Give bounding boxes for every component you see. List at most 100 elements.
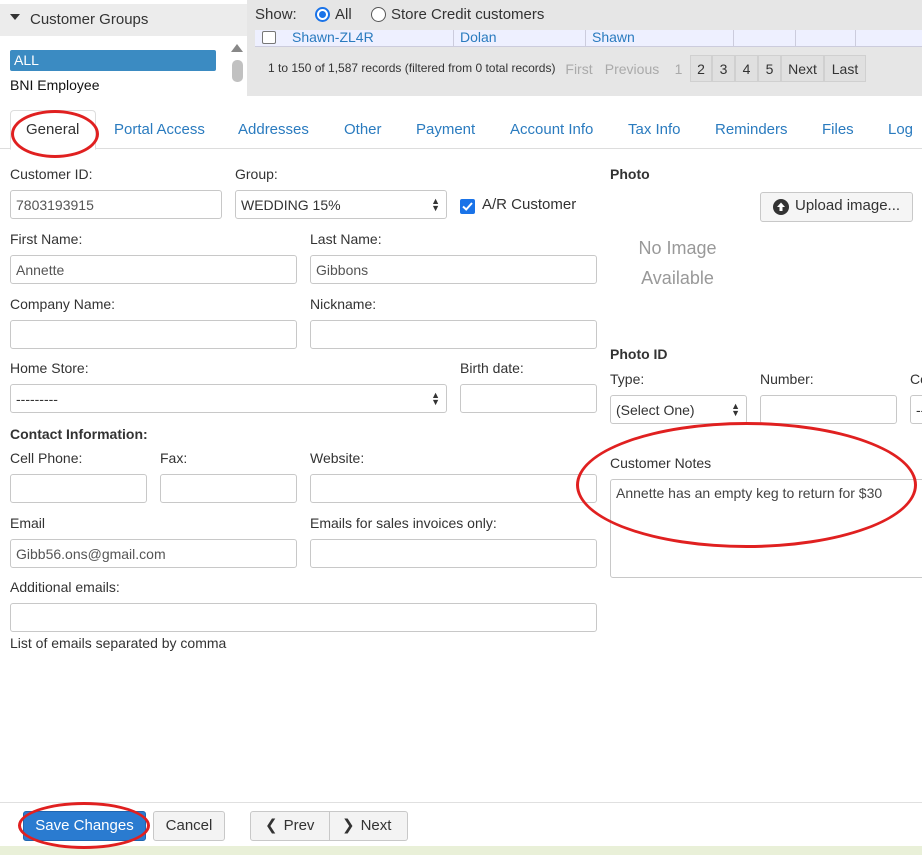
additional-emails-hint: List of emails separated by comma: [10, 635, 227, 651]
ar-customer-checkbox[interactable]: [460, 199, 475, 214]
customer-groups-title: Customer Groups: [30, 11, 149, 28]
ar-customer-label[interactable]: A/R Customer: [482, 196, 576, 213]
email-input[interactable]: Gibb56.ons@gmail.com: [10, 539, 297, 568]
upload-arrow-icon: [773, 199, 789, 215]
home-store-select[interactable]: --------- ▲ ▼: [10, 384, 447, 413]
column-divider: [585, 30, 586, 47]
pager-page-2[interactable]: 2: [690, 55, 712, 82]
cell-phone-input[interactable]: [10, 474, 147, 503]
email-label: Email: [10, 515, 46, 531]
photo-id-country-label: Co: [910, 371, 922, 387]
contact-info-heading: Contact Information:: [10, 426, 148, 442]
cell-phone-label: Cell Phone:: [10, 450, 83, 466]
records-info: 1 to 150 of 1,587 records (filtered from…: [268, 61, 556, 75]
website-label: Website:: [310, 450, 365, 466]
chevron-right-icon: ❯: [342, 817, 355, 834]
status-strip: [0, 846, 922, 855]
fax-label: Fax:: [160, 450, 188, 466]
prev-label: Prev: [283, 817, 315, 834]
pager-page-3[interactable]: 3: [712, 55, 735, 82]
tab-payment[interactable]: Payment: [416, 121, 475, 138]
no-image-available-text: Available: [641, 268, 714, 288]
select-arrows-icon: ▲ ▼: [431, 390, 440, 407]
show-store-credit-radio[interactable]: [371, 7, 386, 22]
select-arrows-icon: ▲ ▼: [431, 196, 440, 213]
tab-log[interactable]: Log: [888, 121, 913, 138]
pager-last[interactable]: Last: [824, 55, 866, 82]
additional-emails-label: Additional emails:: [10, 579, 120, 595]
cancel-button[interactable]: Cancel: [153, 811, 225, 841]
photo-id-heading: Photo ID: [610, 346, 668, 362]
pager-page-4[interactable]: 4: [735, 55, 758, 82]
tab-portal-access[interactable]: Portal Access: [114, 121, 205, 138]
home-store-value: ---------: [16, 391, 58, 407]
column-divider: [453, 30, 454, 47]
emails-sales-invoices-label: Emails for sales invoices only:: [310, 515, 497, 531]
table-cell-last-name[interactable]: Dolan: [460, 29, 497, 45]
last-name-input[interactable]: Gibbons: [310, 255, 597, 284]
photo-id-country-select[interactable]: --: [910, 395, 922, 424]
group-label: Group:: [235, 166, 278, 182]
photo-id-type-select[interactable]: (Select One) ▲ ▼: [610, 395, 747, 424]
nickname-input[interactable]: [310, 320, 597, 349]
pager-page-5[interactable]: 5: [758, 55, 781, 82]
first-name-input[interactable]: Annette: [10, 255, 297, 284]
group-item-bni-employee[interactable]: BNI Employee: [10, 77, 99, 93]
show-filter-label: Show:: [255, 6, 297, 23]
additional-emails-input[interactable]: [10, 603, 597, 632]
group-select[interactable]: WEDDING 15% ▲ ▼: [235, 190, 447, 219]
table-cell-first-name[interactable]: Shawn: [592, 29, 635, 45]
tab-tax-info[interactable]: Tax Info: [628, 121, 681, 138]
company-name-label: Company Name:: [10, 296, 116, 312]
customer-notes-label: Customer Notes: [610, 455, 712, 471]
select-arrows-icon: ▲ ▼: [731, 401, 740, 418]
show-all-radio[interactable]: [315, 7, 330, 22]
scroll-up-arrow-icon[interactable]: [231, 44, 243, 52]
tab-general-label[interactable]: General: [26, 121, 79, 138]
show-store-credit-label[interactable]: Store Credit customers: [391, 6, 544, 23]
group-item-all[interactable]: [10, 50, 216, 71]
pager-first[interactable]: First: [563, 55, 595, 82]
customer-id-input[interactable]: 7803193915: [10, 190, 222, 219]
tab-account-info[interactable]: Account Info: [510, 121, 593, 138]
fax-input[interactable]: [160, 474, 297, 503]
column-divider: [795, 30, 796, 47]
chevron-left-icon: ❮: [265, 817, 278, 834]
nickname-label: Nickname:: [310, 296, 377, 312]
group-select-value: WEDDING 15%: [241, 197, 341, 213]
upload-image-label: Upload image...: [795, 197, 901, 214]
home-store-label: Home Store:: [10, 360, 89, 376]
customer-id-label: Customer ID:: [10, 166, 93, 182]
group-item-all-label: ALL: [14, 52, 39, 68]
photo-heading: Photo: [610, 166, 650, 182]
collapse-caret-icon[interactable]: [10, 14, 20, 20]
pager-previous[interactable]: Previous: [600, 55, 664, 82]
pager-next[interactable]: Next: [781, 55, 824, 82]
table-cell-customer-id[interactable]: Shawn-ZL4R: [292, 29, 374, 45]
photo-id-type-label: Type:: [610, 371, 645, 387]
photo-id-number-input[interactable]: [760, 395, 897, 424]
prev-button[interactable]: ❮ Prev: [250, 811, 330, 841]
column-divider: [855, 30, 856, 47]
show-all-label[interactable]: All: [335, 6, 352, 23]
next-button[interactable]: ❯ Next: [330, 811, 408, 841]
no-image-placeholder: No Image Available: [620, 233, 735, 293]
company-name-input[interactable]: [10, 320, 297, 349]
tab-addresses[interactable]: Addresses: [238, 121, 309, 138]
first-name-label: First Name:: [10, 231, 83, 247]
photo-id-type-value: (Select One): [616, 402, 695, 418]
save-changes-button[interactable]: Save Changes: [23, 811, 146, 841]
no-image-text: No Image: [638, 238, 717, 258]
tab-files[interactable]: Files: [822, 121, 854, 138]
row-checkbox[interactable]: [262, 31, 276, 44]
pager-page-1[interactable]: 1: [669, 55, 688, 82]
photo-id-number-label: Number:: [760, 371, 814, 387]
emails-sales-invoices-input[interactable]: [310, 539, 597, 568]
tab-other[interactable]: Other: [344, 121, 382, 138]
last-name-label: Last Name:: [310, 231, 382, 247]
column-divider: [733, 30, 734, 47]
website-input[interactable]: [310, 474, 597, 503]
birth-date-input[interactable]: [460, 384, 597, 413]
group-list-scrollbar[interactable]: [232, 60, 243, 82]
tab-reminders[interactable]: Reminders: [715, 121, 788, 138]
